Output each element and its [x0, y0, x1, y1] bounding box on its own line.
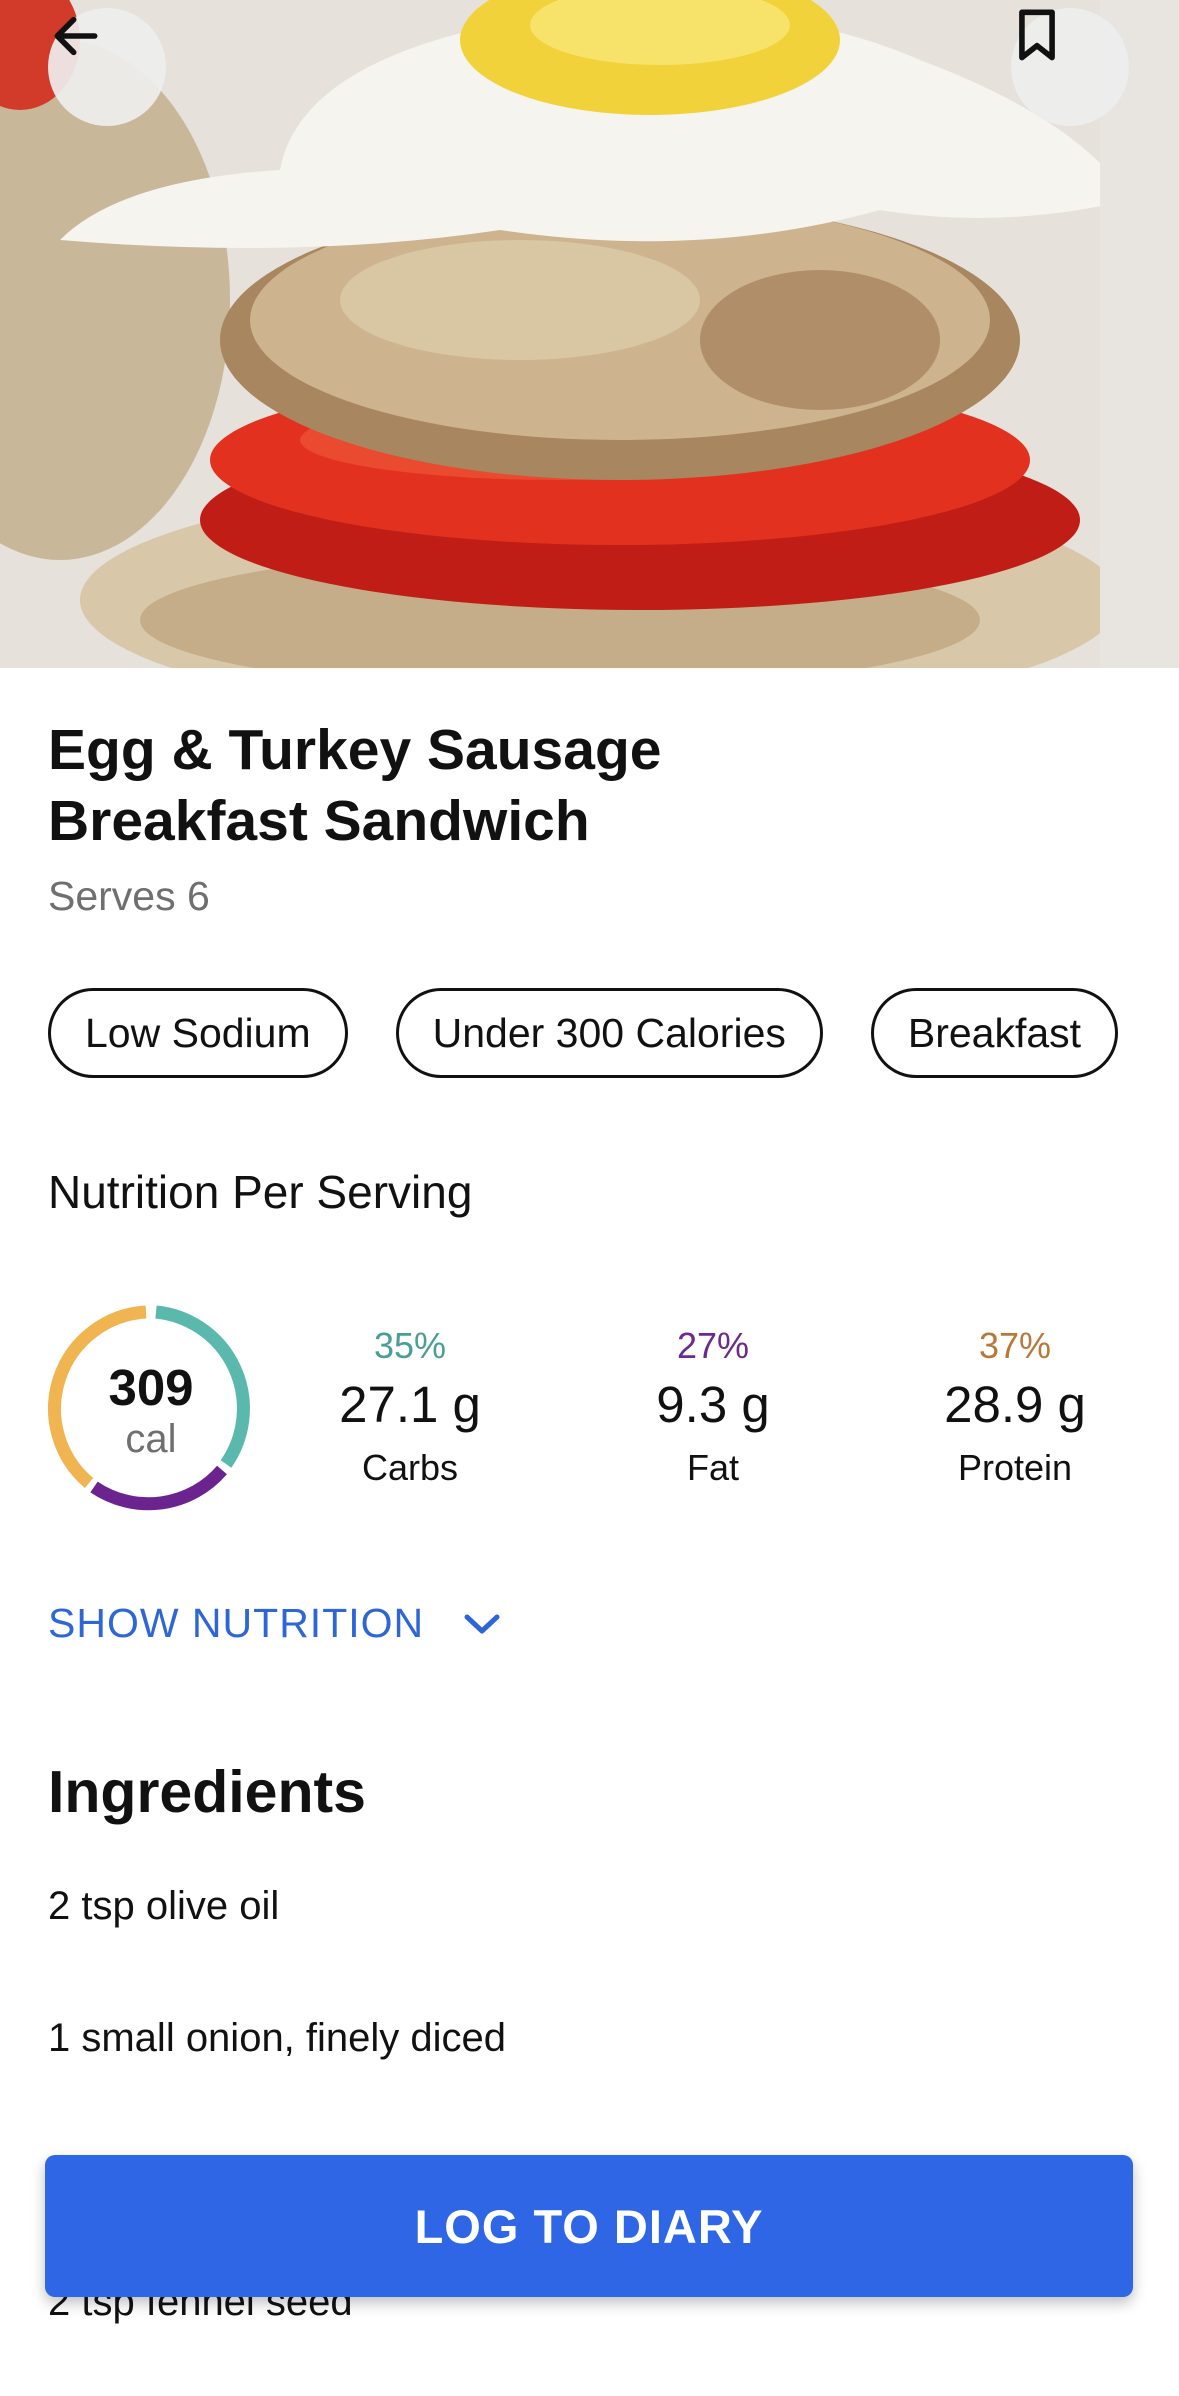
ingredient-item: 1 small onion, finely diced: [48, 2016, 507, 2060]
arrow-left-icon: [54, 16, 98, 56]
sandwich-illustration: [0, 0, 1179, 668]
macro-fat-percent: 27%: [676, 1325, 750, 1366]
macro-fat: 27% 9.3 g Fat: [603, 1325, 823, 1489]
macro-protein-label: Protein: [957, 1447, 1073, 1488]
tag-chip[interactable]: Low Sodium: [48, 988, 348, 1078]
macro-carbs-amount: 27.1 g: [339, 1376, 481, 1433]
log-to-diary-button[interactable]: LOG TO DIARY: [45, 2155, 1133, 2297]
serves-count: Serves 6: [48, 873, 210, 919]
macro-protein-percent: 37%: [978, 1325, 1052, 1366]
macro-protein-amount: 28.9 g: [944, 1376, 1086, 1433]
macro-fat-amount: 9.3 g: [656, 1376, 770, 1433]
show-nutrition-label: SHOW NUTRITION: [48, 1600, 425, 1646]
bookmark-icon: [1019, 9, 1055, 61]
recipe-title-line1: Egg & Turkey Sausage: [48, 718, 662, 782]
chevron-down-icon: [464, 1614, 500, 1633]
back-button[interactable]: [48, 8, 166, 126]
recipe-hero-image: [0, 0, 1179, 668]
macro-carbs: 35% 27.1 g Carbs: [300, 1325, 520, 1489]
ingredient-item: 2 tsp olive oil: [48, 1884, 280, 1928]
show-nutrition-toggle[interactable]: SHOW NUTRITION: [48, 1600, 502, 1647]
macro-carbs-label: Carbs: [361, 1447, 459, 1488]
ring-fat-arc: [90, 1465, 227, 1511]
macro-protein: 37% 28.9 g Protein: [905, 1325, 1125, 1489]
recipe-title: Egg & Turkey Sausage Breakfast Sandwich: [48, 715, 1048, 857]
recipe-title-line2: Breakfast Sandwich: [48, 789, 590, 853]
nutrition-heading: Nutrition Per Serving: [48, 1166, 473, 1218]
tag-chip[interactable]: Under 300 Calories: [395, 988, 823, 1078]
calorie-value: 309: [108, 1359, 194, 1416]
macro-carbs-percent: 35%: [373, 1325, 447, 1366]
calorie-unit: cal: [125, 1417, 177, 1461]
tag-chip[interactable]: Breakfast: [870, 988, 1119, 1078]
tag-list: Low Sodium Under 300 Calories Breakfast: [48, 988, 1119, 1078]
macro-fat-label: Fat: [686, 1447, 739, 1488]
ingredients-heading: Ingredients: [48, 1759, 366, 1825]
bookmark-button[interactable]: [1011, 8, 1129, 126]
